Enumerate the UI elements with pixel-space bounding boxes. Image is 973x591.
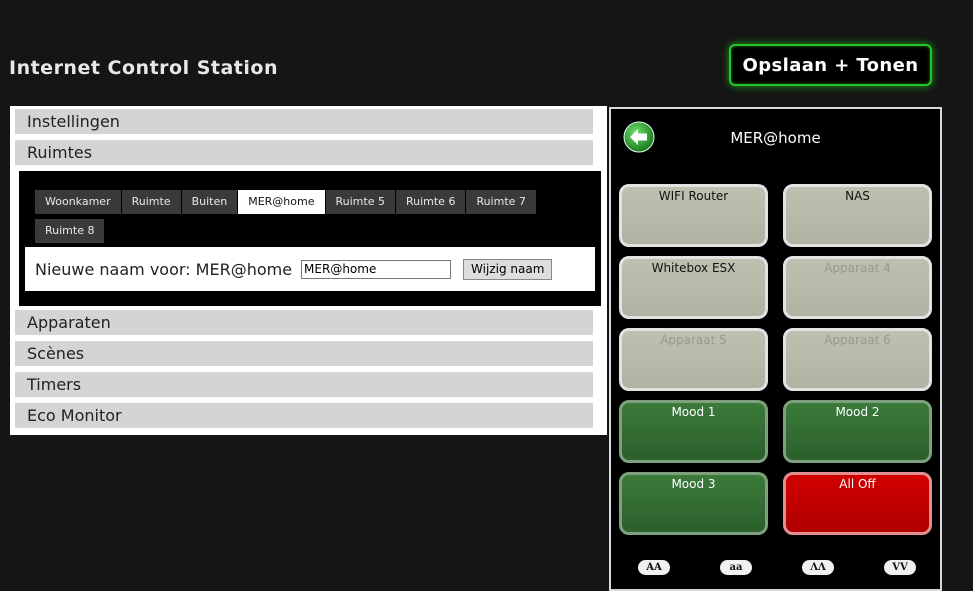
remote-preview: MER@home WIFI Router NAS Whitebox ESX Ap…	[609, 107, 942, 591]
tab-buiten[interactable]: Buiten	[181, 190, 238, 214]
save-and-show-button[interactable]: Opslaan + Tonen	[729, 44, 932, 86]
tab-ruimte-5[interactable]: Ruimte 5	[325, 190, 395, 214]
scroll-up-button[interactable]: ΛΛ	[802, 560, 834, 575]
tab-ruimte[interactable]: Ruimte	[121, 190, 181, 214]
rename-label: Nieuwe naam voor: MER@home	[35, 259, 293, 279]
font-size-up-caps-button[interactable]: AA	[638, 560, 670, 575]
accordion-header-eco-monitor[interactable]: Eco Monitor	[15, 403, 593, 428]
accordion-header-timers[interactable]: Timers	[15, 372, 593, 397]
tab-woonkamer[interactable]: Woonkamer	[35, 190, 121, 214]
scroll-down-button[interactable]: VV	[884, 560, 916, 575]
remote-button-mood-1[interactable]: Mood 1	[619, 400, 768, 463]
room-name-input[interactable]	[301, 259, 452, 279]
remote-button-apparaat-6[interactable]: Apparaat 6	[783, 328, 932, 391]
back-arrow-icon[interactable]	[623, 121, 655, 153]
remote-button-mood-2[interactable]: Mood 2	[783, 400, 932, 463]
font-size-lower-button[interactable]: aa	[720, 560, 752, 575]
accordion-header-ruimtes[interactable]: Ruimtes	[15, 140, 593, 165]
accordion-header-apparaten[interactable]: Apparaten	[15, 310, 593, 335]
remote-title: MER@home	[730, 129, 821, 147]
rename-form: Nieuwe naam voor: MER@home Wijzig naam	[25, 247, 595, 291]
rename-button[interactable]: Wijzig naam	[463, 258, 553, 280]
accordion-panel: Instellingen Ruimtes Woonkamer Ruimte Bu…	[10, 106, 607, 435]
tab-ruimte-6[interactable]: Ruimte 6	[395, 190, 466, 214]
tab-ruimte-8[interactable]: Ruimte 8	[35, 219, 105, 243]
accordion-header-instellingen[interactable]: Instellingen	[15, 109, 593, 134]
remote-button-apparaat-5[interactable]: Apparaat 5	[619, 328, 768, 391]
remote-button-whitebox-esx[interactable]: Whitebox ESX	[619, 256, 768, 319]
remote-button-apparaat-4[interactable]: Apparaat 4	[783, 256, 932, 319]
remote-button-wifi-router[interactable]: WIFI Router	[619, 184, 768, 247]
accordion-header-scenes[interactable]: Scènes	[15, 341, 593, 366]
rooms-content: Woonkamer Ruimte Buiten MER@home Ruimte …	[19, 171, 601, 306]
remote-button-all-off[interactable]: All Off	[783, 472, 932, 535]
remote-button-mood-3[interactable]: Mood 3	[619, 472, 768, 535]
tab-ruimte-7[interactable]: Ruimte 7	[466, 190, 536, 214]
room-tabs: Woonkamer Ruimte Buiten MER@home Ruimte …	[35, 190, 595, 248]
remote-button-nas[interactable]: NAS	[783, 184, 932, 247]
tab-mer-home[interactable]: MER@home	[238, 190, 325, 214]
app-title: Internet Control Station	[9, 57, 278, 79]
